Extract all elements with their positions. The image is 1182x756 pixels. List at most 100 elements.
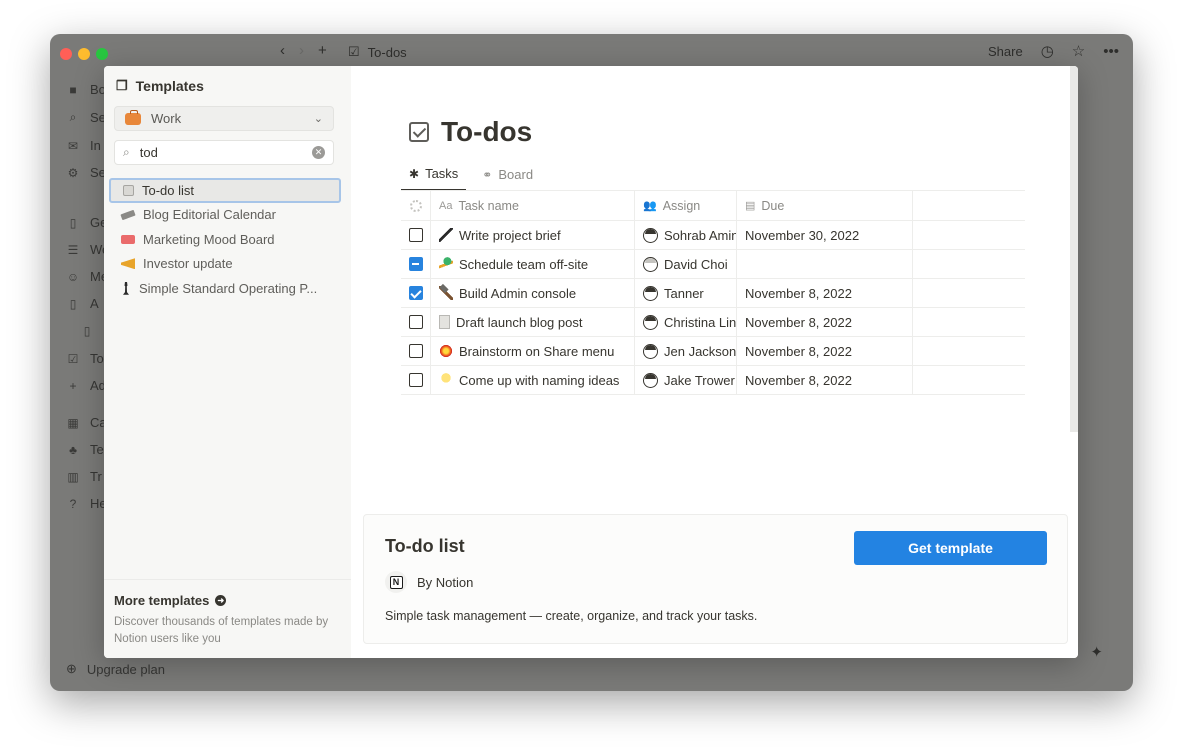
list-icon: ☰	[67, 242, 79, 257]
chess-pawn-icon	[123, 281, 129, 295]
page-icon: ▯	[69, 296, 77, 311]
megaphone-icon	[121, 258, 135, 270]
table-row: Draft launch blog post Christina Lin Nov…	[401, 308, 1025, 337]
task-name[interactable]: Write project brief	[459, 228, 561, 243]
assignee[interactable]: David Choi	[664, 257, 728, 272]
tab-board[interactable]: ⚭ Board	[474, 162, 541, 191]
template-preview: To-dos ✱ Tasks ⚭ Board Aa Task name 👥 As…	[351, 66, 1078, 658]
sidebar-item-page[interactable]: ▯ A	[66, 296, 99, 311]
sidebar-item-calendar[interactable]: ▦ Ca	[66, 415, 106, 430]
new-page-icon[interactable]: +	[318, 42, 327, 59]
assignee[interactable]: Jen Jackson	[664, 344, 736, 359]
minimize-window-button[interactable]	[78, 48, 90, 60]
task-checkbox[interactable]	[408, 373, 423, 387]
table-header: Aa Task name 👥 Assign ▤ Due	[401, 191, 1025, 221]
back-icon[interactable]: ‹	[280, 42, 285, 59]
sidebar-item-search[interactable]: ⌕ Se	[66, 110, 106, 125]
shapes-icon: ♣	[69, 442, 77, 457]
table-row: Build Admin console Tanner November 8, 2…	[401, 279, 1025, 308]
due-date[interactable]: November 8, 2022	[737, 337, 913, 365]
forward-icon[interactable]: ›	[299, 42, 304, 59]
task-checkbox[interactable]	[408, 228, 423, 242]
avatar	[643, 256, 658, 272]
upgrade-icon: ⊕	[66, 661, 77, 676]
get-template-button[interactable]: Get template	[854, 531, 1047, 565]
template-item-standard-operating[interactable]: Simple Standard Operating P...	[109, 276, 341, 301]
more-templates-link[interactable]: More templates ➜	[114, 593, 227, 608]
template-item-blog-editorial-calendar[interactable]: Blog Editorial Calendar	[109, 203, 341, 228]
calendar-icon: ▦	[67, 415, 79, 430]
scrollbar[interactable]	[1070, 66, 1078, 432]
task-name[interactable]: Schedule team off-site	[459, 257, 588, 272]
templates-panel: ❐ Templates Work ⌄ ⌕ ✕ To-do list Blog E…	[104, 66, 351, 658]
task-checkbox[interactable]	[408, 257, 423, 271]
avatar	[643, 285, 658, 301]
share-button[interactable]: Share	[988, 44, 1023, 59]
ticket-icon	[121, 234, 135, 244]
due-date[interactable]: November 8, 2022	[737, 366, 913, 394]
sidebar-item-page[interactable]: ▯ Ge	[66, 215, 108, 230]
checkbox-icon	[409, 122, 429, 142]
category-select[interactable]: Work ⌄	[114, 106, 334, 131]
task-name[interactable]: Build Admin console	[459, 286, 576, 301]
search-input[interactable]	[139, 145, 290, 160]
sidebar-item-todos[interactable]: ☑ To	[66, 351, 104, 366]
inbox-icon: ✉	[67, 138, 79, 153]
arrow-right-icon: ➜	[215, 595, 227, 606]
more-templates-description: Discover thousands of templates made by …	[114, 616, 329, 645]
due-date[interactable]: November 30, 2022	[737, 221, 913, 249]
assignee[interactable]: Christina Lin	[664, 315, 736, 330]
template-item-todo-list[interactable]: To-do list	[109, 178, 341, 203]
task-name[interactable]: Come up with naming ideas	[459, 373, 619, 388]
sidebar-item-help[interactable]: ? He	[66, 496, 107, 511]
text-property-icon: Aa	[439, 199, 453, 212]
column-header-task-name[interactable]: Aa Task name	[431, 191, 635, 220]
task-checkbox[interactable]	[408, 315, 423, 329]
templates-modal: ❐ Templates Work ⌄ ⌕ ✕ To-do list Blog E…	[104, 66, 1078, 658]
checkbox-icon: ☑	[348, 44, 360, 59]
close-window-button[interactable]	[60, 48, 72, 60]
clock-icon[interactable]: ◷	[1041, 42, 1054, 60]
assignee[interactable]: Jake Trower	[664, 373, 735, 388]
clear-search-icon[interactable]: ✕	[312, 146, 325, 159]
sidebar-item-workspace[interactable]: ■ Bo	[66, 82, 106, 97]
table-row: Write project brief Sohrab Amin November…	[401, 221, 1025, 250]
column-header-due[interactable]: ▤ Due	[737, 191, 913, 220]
sparkle-icon[interactable]: ✦	[1090, 643, 1103, 661]
template-search[interactable]: ⌕ ✕	[114, 140, 334, 165]
sidebar-item-settings[interactable]: ⚙ Se	[66, 165, 106, 180]
column-header-assign[interactable]: 👥 Assign	[635, 191, 737, 220]
sidebar-item-inbox[interactable]: ✉ In	[66, 138, 101, 153]
template-author: N By Notion	[385, 571, 473, 593]
assignee[interactable]: Sohrab Amin	[664, 228, 736, 243]
tab-tasks[interactable]: ✱ Tasks	[401, 162, 467, 191]
task-checkbox[interactable]	[408, 344, 423, 358]
avatar	[643, 314, 658, 330]
sidebar-item-page[interactable]: ☰ We	[66, 242, 110, 257]
asterisk-icon: ✱	[409, 166, 420, 181]
task-name[interactable]: Draft launch blog post	[456, 315, 582, 330]
task-name[interactable]: Brainstorm on Share menu	[459, 344, 614, 359]
task-checkbox[interactable]	[408, 286, 423, 300]
page-icon: ▯	[83, 323, 91, 338]
star-icon[interactable]: ☆	[1072, 42, 1085, 60]
divider	[104, 579, 351, 580]
chevron-down-icon: ⌄	[313, 113, 323, 125]
plus-icon: +	[69, 378, 77, 393]
upgrade-plan-button[interactable]: ⊕ Upgrade plan	[66, 661, 165, 677]
due-date[interactable]	[737, 250, 913, 278]
breadcrumb[interactable]: ☑ To-dos	[348, 44, 407, 60]
more-icon[interactable]: •••	[1103, 43, 1119, 60]
briefcase-icon	[125, 109, 141, 125]
template-item-marketing-mood-board[interactable]: Marketing Mood Board	[109, 227, 341, 252]
templates-header: ❐ Templates	[116, 78, 204, 94]
template-item-investor-update[interactable]: Investor update	[109, 252, 341, 277]
due-date[interactable]: November 8, 2022	[737, 279, 913, 307]
sidebar-item-page[interactable]: ☺ Me	[66, 269, 108, 284]
sidebar-item-templates[interactable]: ♣ Te	[66, 442, 104, 457]
zoom-window-button[interactable]	[96, 48, 108, 60]
sidebar-item-add[interactable]: + Ad	[66, 378, 105, 393]
due-date[interactable]: November 8, 2022	[737, 308, 913, 336]
assignee[interactable]: Tanner	[664, 286, 704, 301]
sidebar-item-trash[interactable]: ▥ Tr	[66, 469, 101, 484]
